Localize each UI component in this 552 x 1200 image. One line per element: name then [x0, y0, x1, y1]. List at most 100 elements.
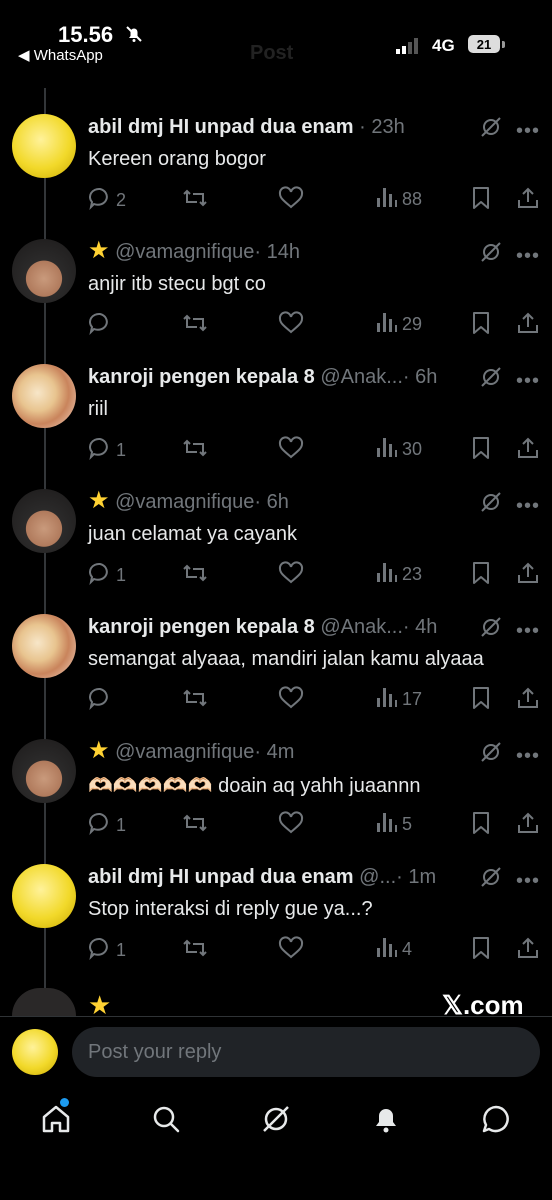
back-to-app-link[interactable]: ◀ WhatsApp — [18, 46, 103, 64]
like-button[interactable] — [278, 811, 304, 840]
repost-button[interactable] — [182, 561, 208, 590]
handle[interactable]: @Anak... — [320, 366, 403, 388]
like-button[interactable] — [278, 186, 304, 215]
reply-input[interactable]: Post your reply — [72, 1027, 540, 1077]
more-options-icon[interactable]: ••• — [516, 120, 540, 143]
reply-button[interactable]: 2 — [88, 186, 126, 215]
timestamp[interactable]: · 6h — [254, 491, 288, 513]
views-button[interactable]: 29 — [376, 311, 422, 338]
handle[interactable]: @... — [359, 866, 396, 888]
avatar[interactable] — [12, 239, 76, 303]
share-button[interactable] — [516, 811, 540, 840]
avatar[interactable] — [12, 1029, 58, 1075]
handle[interactable]: @vamagnifique — [115, 241, 254, 263]
tweet[interactable]: kanroji pengen kepala 8 @Anak...· 6h ••• r… — [0, 360, 552, 485]
more-options-icon[interactable]: ••• — [516, 245, 540, 268]
timestamp[interactable]: · 4h — [403, 616, 437, 638]
like-button[interactable] — [278, 936, 304, 965]
repost-button[interactable] — [182, 311, 208, 340]
more-options-icon[interactable]: ••• — [516, 745, 540, 768]
avatar[interactable] — [12, 114, 76, 178]
display-name[interactable]: abil dmj HI unpad dua enam — [88, 116, 354, 138]
display-name[interactable]: kanroji pengen kepala 8 — [88, 616, 315, 638]
timestamp[interactable]: · 14h — [254, 241, 300, 263]
avatar[interactable] — [12, 864, 76, 928]
handle[interactable]: @Anak... — [320, 616, 403, 638]
more-options-icon[interactable]: ••• — [516, 370, 540, 393]
views-button[interactable]: 17 — [376, 686, 422, 713]
views-button[interactable]: 88 — [376, 186, 422, 213]
messages-icon[interactable] — [480, 1103, 512, 1135]
avatar[interactable] — [12, 614, 76, 678]
bookmark-button[interactable] — [470, 811, 492, 840]
grok-icon[interactable] — [480, 741, 502, 768]
bookmark-button[interactable] — [470, 686, 492, 715]
reply-button[interactable]: 1 — [88, 936, 126, 965]
bookmark-button[interactable] — [470, 311, 492, 340]
reply-button[interactable]: 1 — [88, 811, 126, 840]
notifications-icon[interactable] — [370, 1103, 402, 1135]
reply-button[interactable]: 1 — [88, 436, 126, 465]
avatar[interactable] — [12, 988, 76, 1016]
tweet[interactable]: ★ @vamagnifique· 6h ••• juan celamat ya ca… — [0, 485, 552, 610]
tweet[interactable]: abil dmj HI unpad dua enam · 23h ••• Keree… — [0, 110, 552, 235]
tweet[interactable]: ★ @vamagnifique· 4m ••• 🫶🏻🫶🏻🫶🏻🫶🏻🫶🏻 doain a… — [0, 735, 552, 860]
repost-button[interactable] — [182, 436, 208, 465]
timestamp[interactable]: · 1m — [396, 866, 436, 888]
bottom-tab-bar — [0, 1085, 552, 1200]
handle[interactable]: @vamagnifique — [115, 491, 254, 513]
reply-button[interactable] — [88, 311, 116, 340]
search-icon[interactable] — [150, 1103, 182, 1135]
share-button[interactable] — [516, 936, 540, 965]
grok-icon[interactable] — [480, 366, 502, 393]
more-options-icon[interactable]: ••• — [516, 870, 540, 893]
views-count: 5 — [402, 814, 413, 834]
bookmark-button[interactable] — [470, 561, 492, 590]
grok-icon[interactable] — [480, 241, 502, 268]
views-button[interactable]: 5 — [376, 811, 412, 838]
handle[interactable]: @vamagnifique — [115, 741, 254, 763]
like-button[interactable] — [278, 436, 304, 465]
bookmark-button[interactable] — [470, 936, 492, 965]
views-button[interactable]: 4 — [376, 936, 412, 963]
timestamp[interactable]: · 6h — [403, 366, 437, 388]
repost-button[interactable] — [182, 936, 208, 965]
tweet[interactable]: kanroji pengen kepala 8 @Anak...· 4h ••• s… — [0, 610, 552, 735]
display-name[interactable]: abil dmj HI unpad dua enam — [88, 866, 354, 888]
home-icon[interactable] — [40, 1103, 72, 1135]
grok-icon[interactable] — [480, 616, 502, 643]
avatar[interactable] — [12, 489, 76, 553]
share-button[interactable] — [516, 561, 540, 590]
display-name[interactable]: kanroji pengen kepala 8 — [88, 366, 315, 388]
share-button[interactable] — [516, 186, 540, 215]
repost-button[interactable] — [182, 811, 208, 840]
share-button[interactable] — [516, 686, 540, 715]
repost-button[interactable] — [182, 686, 208, 715]
grok-icon[interactable] — [260, 1103, 292, 1135]
grok-icon[interactable] — [480, 491, 502, 518]
like-button[interactable] — [278, 561, 304, 590]
tweet[interactable]: abil dmj HI unpad dua enam @...· 1m ••• St… — [0, 860, 552, 985]
views-button[interactable]: 30 — [376, 436, 422, 463]
timestamp[interactable]: · 4m — [254, 741, 294, 763]
reply-button[interactable]: 1 — [88, 561, 126, 590]
avatar[interactable] — [12, 739, 76, 803]
repost-button[interactable] — [182, 186, 208, 215]
like-button[interactable] — [278, 311, 304, 340]
tweet[interactable]: ★ @vamagnifique· 14h ••• anjir itb stecu b… — [0, 235, 552, 360]
avatar[interactable] — [12, 364, 76, 428]
tweet-actions: 1 23 — [88, 561, 548, 589]
grok-icon[interactable] — [480, 866, 502, 893]
more-options-icon[interactable]: ••• — [516, 620, 540, 643]
share-button[interactable] — [516, 436, 540, 465]
like-button[interactable] — [278, 686, 304, 715]
share-button[interactable] — [516, 311, 540, 340]
bookmark-button[interactable] — [470, 186, 492, 215]
star-icon: ★ — [88, 237, 110, 264]
bookmark-button[interactable] — [470, 436, 492, 465]
views-button[interactable]: 23 — [376, 561, 422, 588]
grok-icon[interactable] — [480, 116, 502, 143]
more-options-icon[interactable]: ••• — [516, 495, 540, 518]
reply-button[interactable] — [88, 686, 116, 715]
timestamp[interactable]: · 23h — [359, 116, 405, 138]
